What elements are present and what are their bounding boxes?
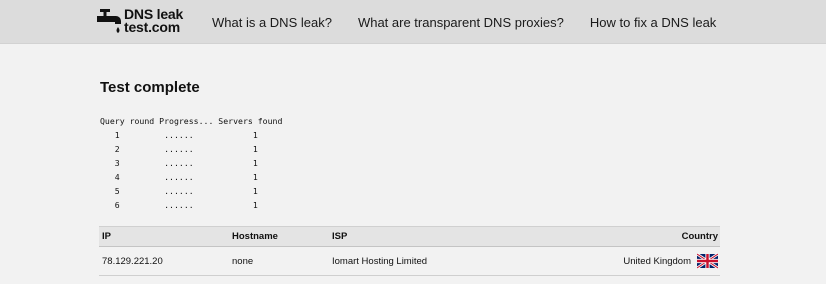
query-row: 3 ...... 1 [100, 156, 282, 170]
query-progress: ...... [164, 130, 194, 140]
country-name: United Kingdom [623, 255, 691, 267]
faucet-icon [97, 9, 121, 33]
column-header-country: Country [681, 231, 718, 242]
query-progress: ...... [164, 172, 194, 182]
table-row: 78.129.221.20 none Iomart Hosting Limite… [99, 247, 720, 276]
query-row: 6 ...... 1 [100, 198, 282, 212]
logo-text: DNS leak test.com [124, 7, 183, 35]
column-header-ip: IP [102, 231, 111, 242]
query-round: 5 [114, 186, 120, 196]
query-servers: 1 [252, 186, 258, 196]
query-servers: 1 [252, 144, 258, 154]
cell-hostname: none [232, 255, 254, 267]
cell-isp: Iomart Hosting Limited [332, 255, 428, 267]
query-round: 1 [114, 130, 120, 140]
query-servers: 1 [252, 130, 258, 140]
nav-link-transparent-dns-proxies[interactable]: What are transparent DNS proxies? [358, 15, 564, 30]
query-header: Query round Progress... Servers found [100, 116, 283, 126]
main-nav: What is a DNS leak? What are transparent… [212, 0, 742, 44]
cell-country: United Kingdom [623, 247, 718, 275]
query-servers: 1 [252, 172, 258, 182]
query-round: 3 [114, 158, 120, 168]
query-row: 5 ...... 1 [100, 184, 282, 198]
query-round: 6 [114, 200, 120, 210]
query-servers: 1 [252, 200, 258, 210]
logo-line-2: test.com [124, 19, 180, 35]
column-header-hostname: Hostname [232, 231, 278, 242]
column-header-isp: ISP [332, 231, 348, 242]
page-title: Test complete [100, 79, 200, 96]
nav-link-fix-dns-leak[interactable]: How to fix a DNS leak [590, 15, 716, 30]
site-logo[interactable]: DNS leak test.com [96, 6, 188, 36]
nav-link-what-is-dns-leak[interactable]: What is a DNS leak? [212, 15, 332, 30]
uk-flag-icon [697, 253, 718, 269]
table-header: IP Hostname ISP Country [99, 226, 720, 247]
query-servers: 1 [252, 158, 258, 168]
query-progress: ...... [164, 158, 194, 168]
query-row: 4 ...... 1 [100, 170, 282, 184]
query-round: 4 [114, 172, 120, 182]
cell-ip: 78.129.221.20 [102, 255, 163, 267]
query-progress: ...... [164, 144, 194, 154]
query-row: 1 ...... 1 [100, 128, 282, 142]
query-round: 2 [114, 144, 120, 154]
query-progress: ...... [164, 186, 194, 196]
results-table: IP Hostname ISP Country 78.129.221.20 no… [99, 226, 720, 276]
query-progress: ...... [164, 200, 194, 210]
query-results: Query round Progress... Servers found 1 … [100, 114, 282, 212]
site-header: DNS leak test.com What is a DNS leak? Wh… [0, 0, 826, 44]
query-row: 2 ...... 1 [100, 142, 282, 156]
